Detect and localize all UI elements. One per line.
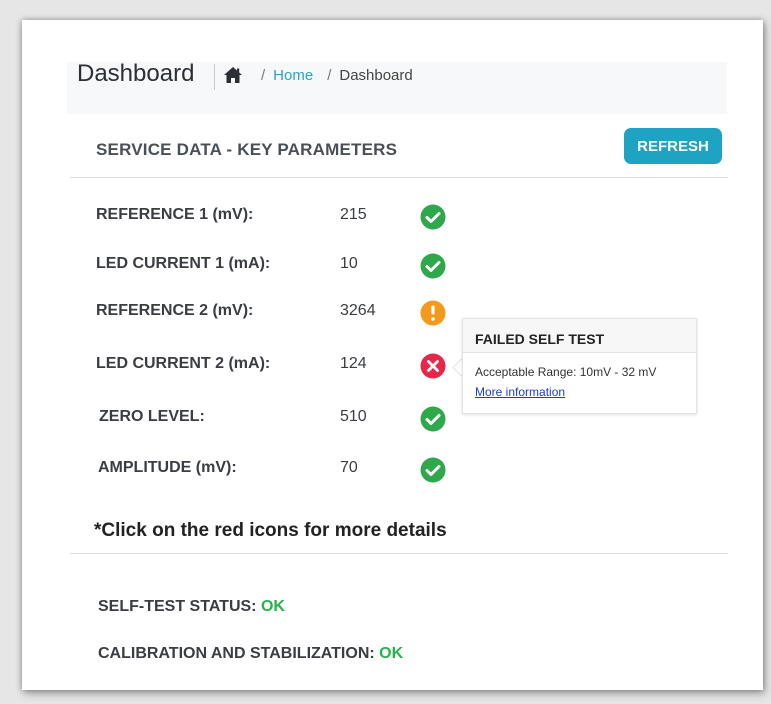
dashboard-panel: Dashboard / Home / Dashboard SERVICE DAT… bbox=[22, 20, 763, 690]
page-title: Dashboard bbox=[77, 60, 195, 87]
failed-self-test-tooltip: FAILED SELF TEST Acceptable Range: 10mV … bbox=[462, 318, 697, 414]
param-value: 124 bbox=[340, 355, 367, 372]
tooltip-body: Acceptable Range: 10mV - 32 mV More info… bbox=[463, 353, 696, 402]
breadcrumb-separator: / bbox=[327, 66, 332, 84]
refresh-button[interactable]: REFRESH bbox=[624, 128, 722, 164]
param-value: 10 bbox=[340, 255, 358, 272]
breadcrumb-current: Dashboard bbox=[339, 66, 413, 84]
section-divider bbox=[70, 553, 728, 554]
param-value: 70 bbox=[340, 459, 358, 476]
more-information-link[interactable]: More information bbox=[475, 385, 565, 399]
param-row-led-current-1: LED CURRENT 1 (mA): 10 bbox=[22, 253, 763, 279]
param-value: 3264 bbox=[340, 302, 376, 319]
param-label: LED CURRENT 2 (mA): bbox=[96, 355, 271, 372]
param-value: 510 bbox=[340, 408, 367, 425]
title-divider bbox=[214, 64, 215, 90]
param-label: AMPLITUDE (mV): bbox=[98, 459, 237, 476]
param-label: REFERENCE 2 (mV): bbox=[96, 302, 254, 319]
self-test-status: SELF-TEST STATUS: OK bbox=[98, 598, 285, 616]
breadcrumb-home-link[interactable]: Home bbox=[273, 67, 313, 84]
calibration-status-label: CALIBRATION AND STABILIZATION: bbox=[98, 645, 375, 662]
param-value: 215 bbox=[340, 206, 367, 223]
self-test-status-label: SELF-TEST STATUS: bbox=[98, 598, 257, 615]
param-label: LED CURRENT 1 (mA): bbox=[96, 255, 271, 272]
calibration-status-value: OK bbox=[379, 645, 404, 662]
check-circle-icon[interactable] bbox=[420, 457, 446, 483]
param-label: ZERO LEVEL: bbox=[99, 408, 205, 425]
check-circle-icon[interactable] bbox=[420, 406, 446, 432]
param-label: REFERENCE 1 (mV): bbox=[96, 206, 254, 223]
check-circle-icon[interactable] bbox=[420, 204, 446, 230]
param-row-reference-1: REFERENCE 1 (mV): 215 bbox=[22, 204, 763, 230]
calibration-status: CALIBRATION AND STABILIZATION: OK bbox=[98, 645, 403, 663]
tooltip-title: FAILED SELF TEST bbox=[463, 319, 696, 353]
home-icon[interactable] bbox=[223, 66, 243, 84]
param-row-amplitude: AMPLITUDE (mV): 70 bbox=[22, 457, 763, 483]
breadcrumb-separator: / bbox=[261, 66, 266, 84]
tooltip-text: Acceptable Range: 10mV - 32 mV bbox=[475, 365, 657, 379]
card-divider bbox=[70, 177, 728, 178]
x-circle-icon[interactable] bbox=[420, 353, 446, 379]
check-circle-icon[interactable] bbox=[420, 253, 446, 279]
card-title: SERVICE DATA - KEY PARAMETERS bbox=[96, 140, 398, 159]
self-test-status-value: OK bbox=[260, 598, 285, 615]
breadcrumb: / Home / Dashboard bbox=[223, 64, 413, 86]
exclamation-circle-icon[interactable] bbox=[420, 300, 446, 326]
help-note: *Click on the red icons for more details bbox=[94, 520, 447, 541]
